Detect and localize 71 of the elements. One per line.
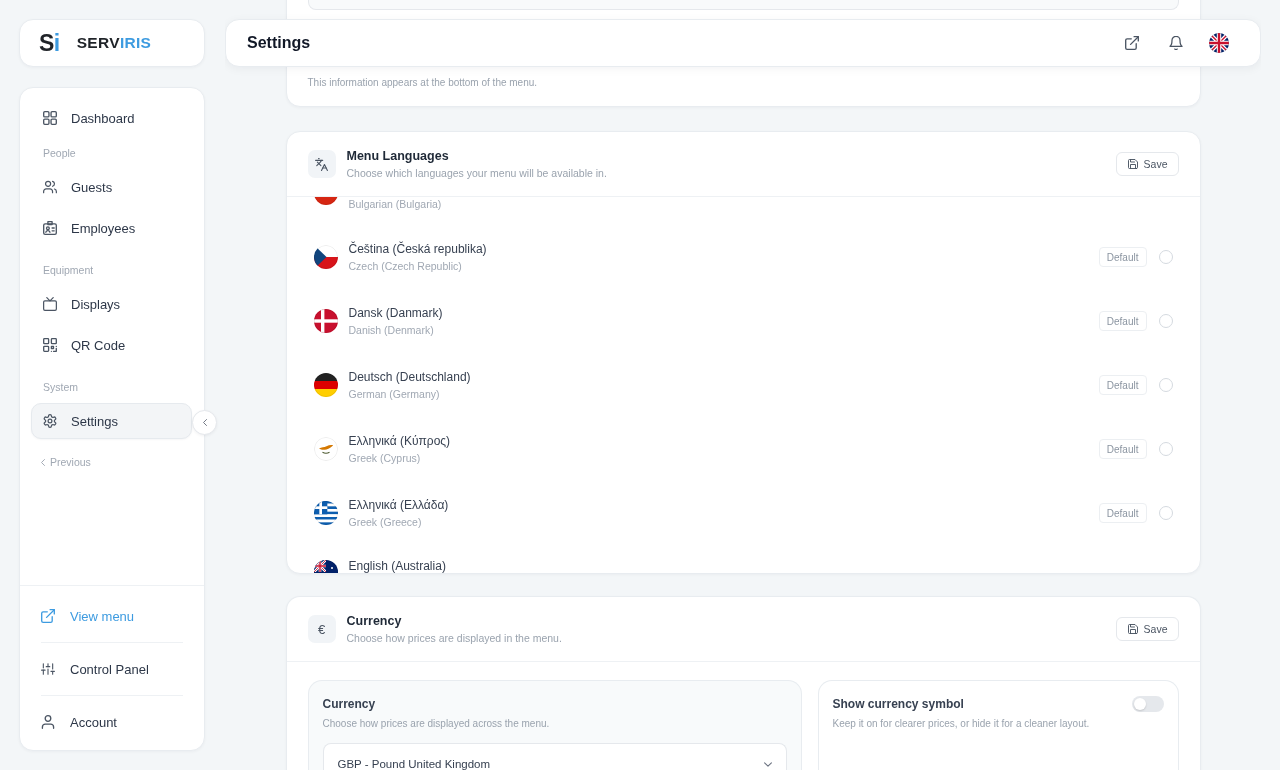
radio-button[interactable]: [1158, 314, 1173, 328]
cyprus-flag-icon: [313, 437, 338, 461]
settings-icon: [43, 414, 57, 428]
grid-icon: [43, 111, 57, 125]
collapse-sidebar-button[interactable]: [192, 410, 217, 435]
tv-icon: [43, 297, 57, 311]
card-subtitle: Choose which languages your menu will be available in.: [346, 166, 608, 180]
field-description: Choose how prices are displayed across the menu.: [322, 717, 551, 731]
language-english-name: Danish (Denmark): [348, 322, 435, 337]
translate-icon: [307, 150, 336, 178]
toggle-switch[interactable]: [1131, 696, 1164, 712]
nav-item[interactable]: Displays: [31, 286, 192, 322]
euro-sign: €: [307, 615, 336, 643]
save-icon: [1127, 624, 1138, 634]
chevron-left-icon: [202, 419, 207, 426]
page-title: Settings: [247, 34, 312, 52]
external-link-icon: [41, 609, 55, 623]
field-description: Keep it on for clearer prices, or hide it for a cleaner layout.: [832, 717, 1090, 731]
language-native-name: Ελληνικά (Κύπρος): [348, 433, 452, 448]
currency-select[interactable]: GBP - Pound United Kingdom: [322, 743, 787, 770]
radio-button[interactable]: [1158, 378, 1173, 392]
card-title: Menu Languages: [346, 148, 450, 164]
germany-flag-icon: [313, 373, 338, 397]
nav-item[interactable]: Dashboard: [31, 100, 192, 136]
language-english-name: German (Germany): [348, 386, 441, 401]
save-button[interactable]: Save: [1115, 617, 1179, 641]
language-native-name: Ελληνικά (Ελλάδα): [348, 497, 450, 512]
field-label: Show currency symbol: [832, 696, 965, 712]
nav-item[interactable]: Guests: [31, 169, 192, 205]
external-link-icon[interactable]: [1125, 36, 1139, 50]
denmark-flag-icon: [313, 309, 338, 333]
language-native-name: Čeština (Česká republika): [348, 241, 488, 256]
nav-item[interactable]: Settings: [31, 403, 192, 439]
greece-flag-icon: [313, 501, 338, 525]
helper-text: This information appears at the bottom of the menu.: [307, 76, 539, 90]
section-heading: Equipment: [42, 263, 95, 278]
nav-item[interactable]: Employees: [31, 210, 192, 246]
section-heading: System: [42, 380, 79, 395]
id-badge-icon: [43, 221, 57, 235]
qr-code-icon: [43, 338, 57, 352]
field-label: Currency: [322, 696, 377, 712]
nav-item[interactable]: QR Code: [31, 327, 192, 363]
language-english-name: Greek (Greece): [348, 514, 423, 529]
card-title: Currency: [346, 613, 403, 629]
users-icon: [43, 180, 57, 194]
card-subtitle: Choose how prices are displayed in the menu.: [346, 631, 563, 645]
brand-name: SERVIRIS: [76, 34, 152, 52]
sliders-icon: [41, 662, 55, 676]
language-native-name: Deutsch (Deutschland): [348, 369, 472, 384]
language-english-name: Greek (Cyprus): [348, 450, 422, 465]
nav-item[interactable]: Control Panel: [41, 651, 183, 687]
section-heading: People: [42, 146, 77, 161]
chevron-down-icon: [763, 762, 772, 767]
bell-icon[interactable]: [1169, 36, 1183, 50]
uk-flag-icon[interactable]: [1209, 33, 1229, 53]
save-button[interactable]: Save: [1115, 152, 1179, 176]
text-field[interactable]: [307, 0, 1179, 10]
radio-button[interactable]: [1158, 442, 1173, 456]
radio-button[interactable]: [1158, 506, 1173, 520]
nav-item[interactable]: Account: [41, 704, 183, 740]
radio-button[interactable]: [1158, 250, 1173, 264]
language-native-name: Dansk (Danmark): [348, 305, 444, 320]
language-english-name: Bulgarian (Bulgaria): [348, 197, 443, 211]
logo-monogram: Si: [39, 30, 60, 56]
chevron-left-icon: [41, 458, 45, 466]
save-icon: [1127, 159, 1138, 169]
bulgaria-flag-icon: [313, 197, 338, 205]
czech-flag-icon: [313, 245, 338, 269]
language-native-name: English (Australia): [348, 559, 447, 573]
user-icon: [41, 715, 55, 729]
language-english-name: Czech (Czech Republic): [348, 258, 463, 273]
